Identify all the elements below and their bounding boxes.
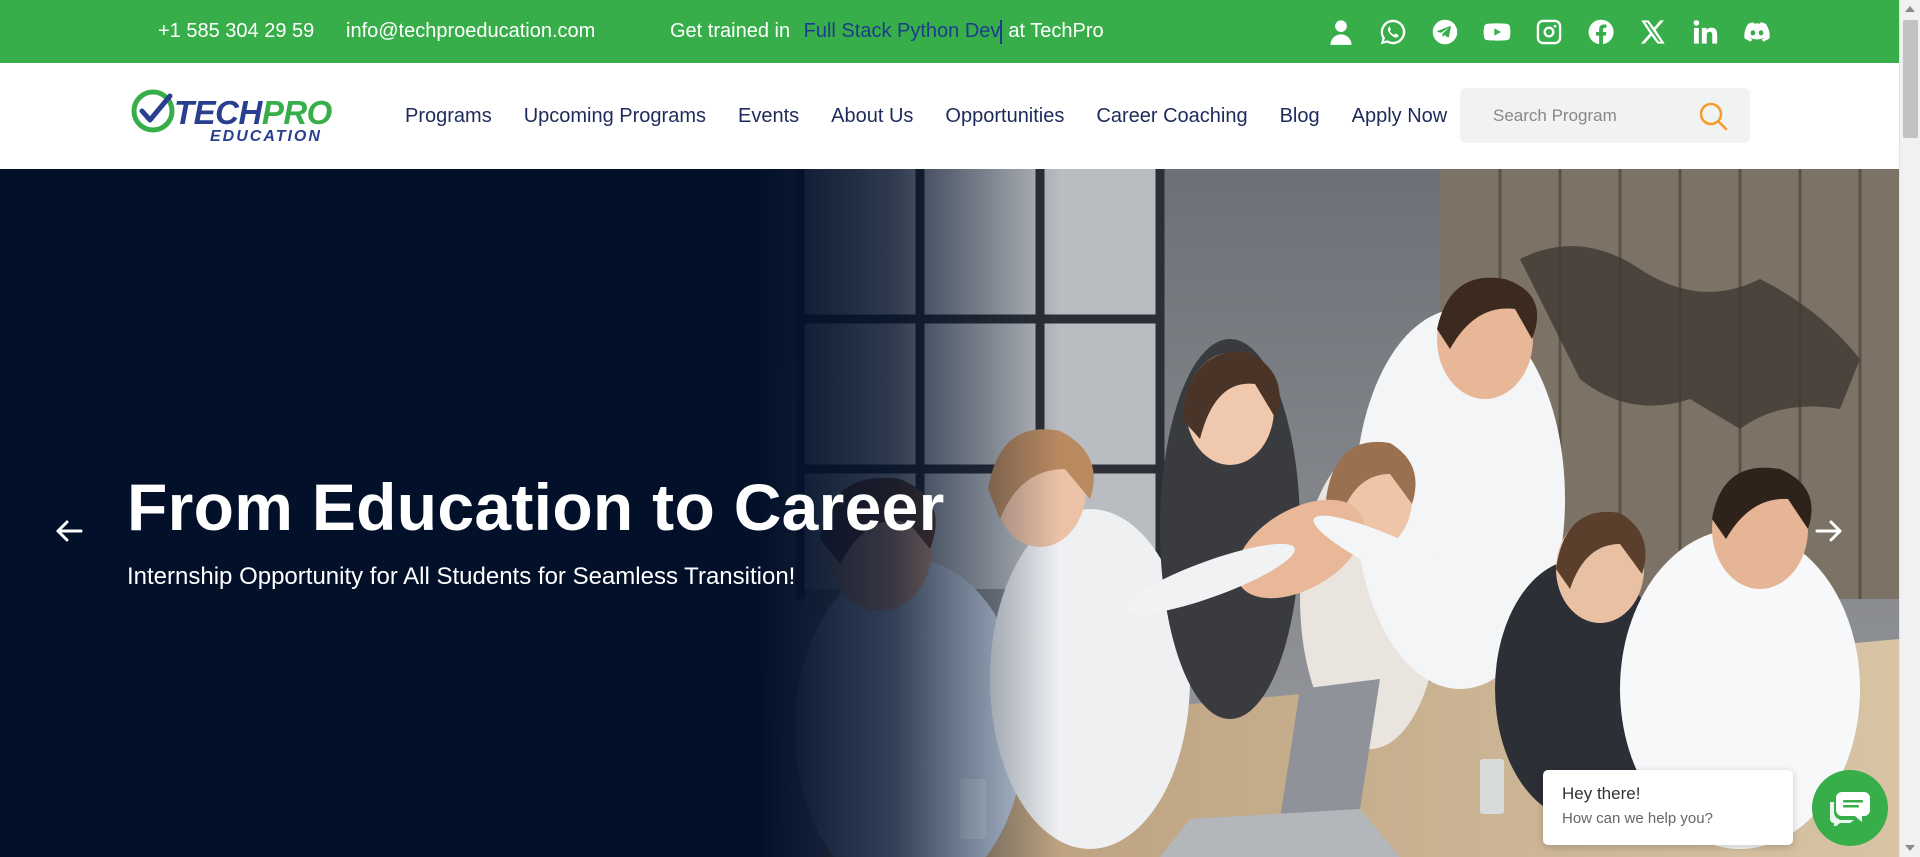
scrollbar-thumb[interactable] [1903,20,1918,138]
tagline-suffix: at TechPro [1008,20,1104,42]
chat-icon [1830,792,1870,826]
nav-item-opportunities[interactable]: Opportunities [945,105,1064,128]
slider-prev-arrow-icon[interactable] [49,511,89,551]
techpro-logo[interactable]: TECHPRO EDUCATION [130,87,362,143]
facebook-icon[interactable] [1587,18,1615,46]
chat-greeting-bubble[interactable]: Hey there! How can we help you? [1543,770,1793,845]
discord-icon[interactable] [1743,18,1771,46]
typing-caret [1000,19,1003,44]
telegram-icon[interactable] [1431,18,1459,46]
search-icon[interactable] [1698,101,1728,131]
nav-menu: Programs Upcoming Programs Events About … [405,63,1447,169]
user-icon[interactable] [1327,18,1355,46]
hero-title: From Education to Career [127,470,945,544]
x-icon[interactable] [1639,18,1667,46]
top-bar: +1 585 304 29 59 info@techproeducation.c… [0,0,1899,63]
search-input[interactable] [1460,88,1690,143]
nav-item-events[interactable]: Events [738,105,799,128]
nav-item-blog[interactable]: Blog [1280,105,1320,128]
nav-item-about-us[interactable]: About Us [831,105,913,128]
linkedin-icon[interactable] [1691,18,1719,46]
hero-slider: From Education to Career Internship Oppo… [0,169,1899,857]
search-box [1460,88,1750,143]
nav-item-upcoming-programs[interactable]: Upcoming Programs [524,105,706,128]
tagline: Get trained in Full Stack Python Dev at T… [670,0,1104,63]
chat-prompt: How can we help you? [1562,810,1713,827]
hero-subtitle: Internship Opportunity for All Students … [127,563,796,590]
chat-greeting: Hey there! [1562,784,1641,803]
nav-item-apply-now[interactable]: Apply Now [1352,105,1448,128]
tagline-typed-text: Full Stack Python Dev [803,20,1001,42]
scroll-down-arrow-icon[interactable] [1905,845,1915,851]
svg-text:TECHPRO: TECHPRO [174,94,333,131]
tagline-prefix: Get trained in [670,20,791,42]
chat-launcher-button[interactable] [1812,770,1888,846]
youtube-icon[interactable] [1483,18,1511,46]
whatsapp-icon[interactable] [1379,18,1407,46]
nav-item-career-coaching[interactable]: Career Coaching [1096,105,1247,128]
page-scrollbar[interactable] [1899,0,1920,857]
social-links [1327,0,1771,63]
phone-link[interactable]: +1 585 304 29 59 [158,0,314,63]
slider-next-arrow-icon[interactable] [1809,511,1849,551]
svg-text:EDUCATION: EDUCATION [210,128,322,143]
scroll-up-arrow-icon[interactable] [1905,6,1915,12]
email-link[interactable]: info@techproeducation.com [346,0,595,63]
main-navigation: TECHPRO EDUCATION Programs Upcoming Prog… [0,63,1899,169]
instagram-icon[interactable] [1535,18,1563,46]
nav-item-programs[interactable]: Programs [405,105,492,128]
